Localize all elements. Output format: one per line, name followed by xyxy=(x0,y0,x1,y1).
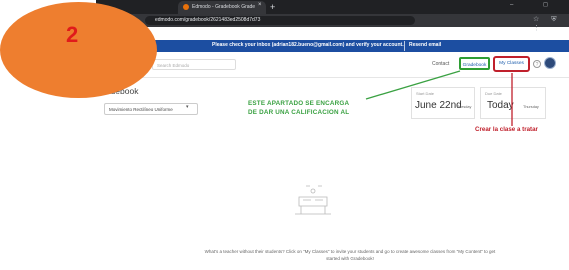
gradebook-arrow xyxy=(365,70,461,100)
empty-gradebook-illustration-icon xyxy=(295,185,331,215)
step-badge xyxy=(0,2,157,98)
empty-state-message: What's a teacher without their students?… xyxy=(204,249,496,261)
step-number: 2 xyxy=(66,22,79,47)
